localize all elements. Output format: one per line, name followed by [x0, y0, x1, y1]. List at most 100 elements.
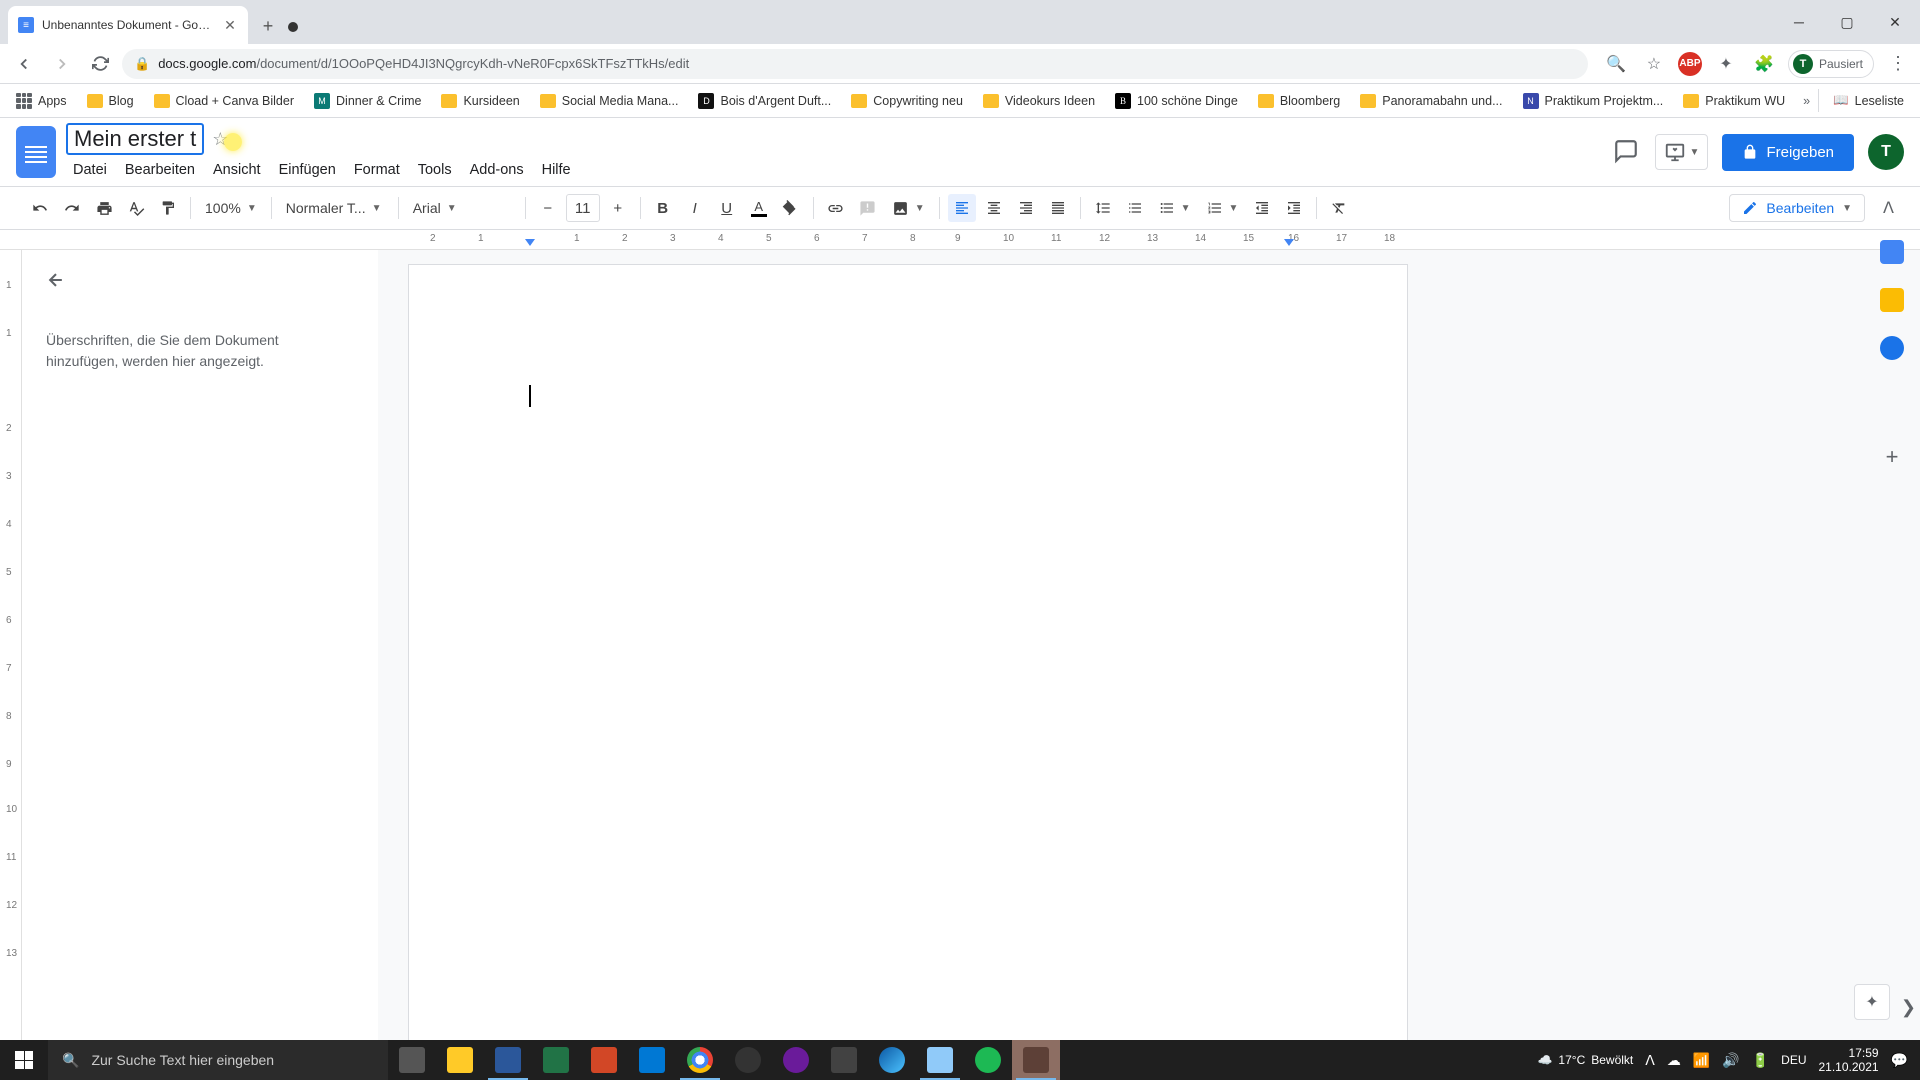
docs-logo-icon[interactable]	[16, 126, 56, 178]
italic-button[interactable]: I	[681, 194, 709, 222]
bookmark-item[interactable]: Praktikum WU	[1675, 90, 1793, 112]
decrease-font-button[interactable]: −	[534, 194, 562, 222]
app-button[interactable]	[820, 1040, 868, 1080]
menu-bearbeiten[interactable]: Bearbeiten	[118, 159, 202, 181]
language-indicator[interactable]: DEU	[1781, 1053, 1806, 1067]
chrome-menu-button[interactable]: ⋮	[1884, 53, 1912, 74]
checklist-button[interactable]	[1121, 200, 1149, 216]
mail-app-button[interactable]	[628, 1040, 676, 1080]
spotify-app-button[interactable]	[964, 1040, 1012, 1080]
extensions-puzzle-icon[interactable]: 🧩	[1750, 50, 1778, 78]
bullet-list-button[interactable]: ▼	[1153, 200, 1197, 216]
notifications-icon[interactable]: 💬	[1891, 1052, 1908, 1069]
align-justify-button[interactable]	[1044, 194, 1072, 222]
maximize-button[interactable]: ▢	[1824, 6, 1870, 38]
edge-app-button[interactable]	[868, 1040, 916, 1080]
increase-font-button[interactable]: +	[604, 194, 632, 222]
clear-formatting-button[interactable]	[1325, 194, 1353, 222]
browser-tab[interactable]: ≡ Unbenanntes Dokument - Googl ✕	[8, 6, 248, 44]
start-button[interactable]	[0, 1040, 48, 1080]
forward-button[interactable]	[46, 48, 78, 80]
increase-indent-button[interactable]	[1280, 194, 1308, 222]
bookmark-item[interactable]: DBois d'Argent Duft...	[690, 89, 839, 113]
menu-tools[interactable]: Tools	[411, 159, 459, 181]
indent-marker-right-icon[interactable]	[1284, 239, 1294, 246]
insert-image-button[interactable]: ▼	[886, 200, 931, 217]
align-center-button[interactable]	[980, 194, 1008, 222]
bookmark-item[interactable]: Cload + Canva Bilder	[146, 90, 302, 112]
menu-einfuegen[interactable]: Einfügen	[272, 159, 343, 181]
align-right-button[interactable]	[1012, 194, 1040, 222]
text-color-button[interactable]: A	[745, 194, 773, 222]
onedrive-icon[interactable]: ☁	[1667, 1052, 1681, 1069]
task-view-button[interactable]	[388, 1040, 436, 1080]
indent-marker-left-icon[interactable]	[525, 239, 535, 246]
bookmark-item[interactable]: Blog	[79, 90, 142, 112]
insert-link-button[interactable]	[822, 194, 850, 222]
weather-widget[interactable]: ☁️ 17°C Bewölkt	[1537, 1053, 1633, 1067]
bookmark-item[interactable]: B100 schöne Dinge	[1107, 89, 1246, 113]
decrease-indent-button[interactable]	[1248, 194, 1276, 222]
present-button[interactable]: ▼	[1655, 134, 1709, 170]
keep-addon-icon[interactable]	[1880, 288, 1904, 312]
powerpoint-app-button[interactable]	[580, 1040, 628, 1080]
format-paint-button[interactable]	[154, 194, 182, 222]
account-avatar[interactable]: T	[1868, 134, 1904, 170]
new-tab-button[interactable]: +	[254, 12, 282, 40]
vertical-ruler[interactable]: 1 1 2 3 4 5 6 7 8 9 10 11 12 13	[0, 250, 22, 1040]
spellcheck-button[interactable]	[122, 194, 150, 222]
add-addon-button[interactable]: +	[1886, 444, 1899, 470]
bookmark-item[interactable]: Videokurs Ideen	[975, 90, 1103, 112]
explore-button[interactable]: ✦	[1854, 984, 1890, 1020]
search-addr-icon[interactable]: 🔍	[1602, 50, 1630, 78]
bookmark-item[interactable]: Panoramabahn und...	[1352, 90, 1510, 112]
adblock-extension-icon[interactable]: ABP	[1678, 52, 1702, 76]
font-size-input[interactable]: 11	[566, 194, 600, 222]
document-canvas[interactable]: ✦	[378, 250, 1920, 1040]
notepad-app-button[interactable]	[916, 1040, 964, 1080]
share-button[interactable]: Freigeben	[1722, 134, 1854, 171]
star-bookmark-icon[interactable]: ☆	[1640, 50, 1668, 78]
chrome-app-button[interactable]	[676, 1040, 724, 1080]
profile-indicator-icon[interactable]	[288, 22, 298, 32]
editing-mode-select[interactable]: Bearbeiten ▼	[1729, 194, 1865, 222]
network-icon[interactable]: 📶	[1693, 1052, 1710, 1069]
bookmark-item[interactable]: MDinner & Crime	[306, 89, 429, 113]
tray-chevron-icon[interactable]: ᐱ	[1645, 1052, 1655, 1069]
obs-app-button[interactable]	[724, 1040, 772, 1080]
bookmark-item[interactable]: Social Media Mana...	[532, 90, 687, 112]
bookmark-item[interactable]: NPraktikum Projektm...	[1515, 89, 1672, 113]
calendar-addon-icon[interactable]	[1880, 240, 1904, 264]
extension-icon[interactable]: ✦	[1712, 50, 1740, 78]
file-explorer-button[interactable]	[436, 1040, 484, 1080]
document-page[interactable]	[408, 264, 1408, 1040]
taskbar-search[interactable]: 🔍 Zur Suche Text hier eingeben	[48, 1040, 388, 1080]
highlight-color-button[interactable]	[777, 194, 805, 222]
numbered-list-button[interactable]: ▼	[1201, 200, 1245, 216]
document-title-input[interactable]: Mein erster t	[66, 123, 204, 155]
underline-button[interactable]: U	[713, 194, 741, 222]
close-tab-icon[interactable]: ✕	[222, 17, 238, 33]
reload-button[interactable]	[84, 48, 116, 80]
close-window-button[interactable]: ✕	[1872, 6, 1918, 38]
battery-icon[interactable]: 🔋	[1752, 1052, 1769, 1069]
bookmark-item[interactable]: Bloomberg	[1250, 90, 1348, 112]
menu-format[interactable]: Format	[347, 159, 407, 181]
bookmarks-overflow-icon[interactable]: »	[1803, 94, 1810, 108]
reading-list-button[interactable]: 📖 Leseliste	[1818, 89, 1912, 112]
insert-comment-button[interactable]	[854, 194, 882, 222]
collapse-toolbar-button[interactable]: ᐱ	[1883, 198, 1894, 218]
word-app-button[interactable]	[484, 1040, 532, 1080]
bookmark-item[interactable]: Kursideen	[433, 90, 527, 112]
paragraph-style-select[interactable]: Normaler T...▼	[280, 200, 390, 216]
back-button[interactable]	[8, 48, 40, 80]
menu-datei[interactable]: Datei	[66, 159, 114, 181]
address-bar[interactable]: 🔒 docs.google.com/document/d/1OOoPQeHD4J…	[122, 49, 1588, 79]
redo-button[interactable]	[58, 194, 86, 222]
clock[interactable]: 17:59 21.10.2021	[1819, 1046, 1879, 1075]
undo-button[interactable]	[26, 194, 54, 222]
bold-button[interactable]: B	[649, 194, 677, 222]
next-page-button[interactable]: ❯	[1901, 997, 1916, 1018]
minimize-button[interactable]: ─	[1776, 6, 1822, 38]
font-select[interactable]: Arial▼	[407, 200, 517, 216]
